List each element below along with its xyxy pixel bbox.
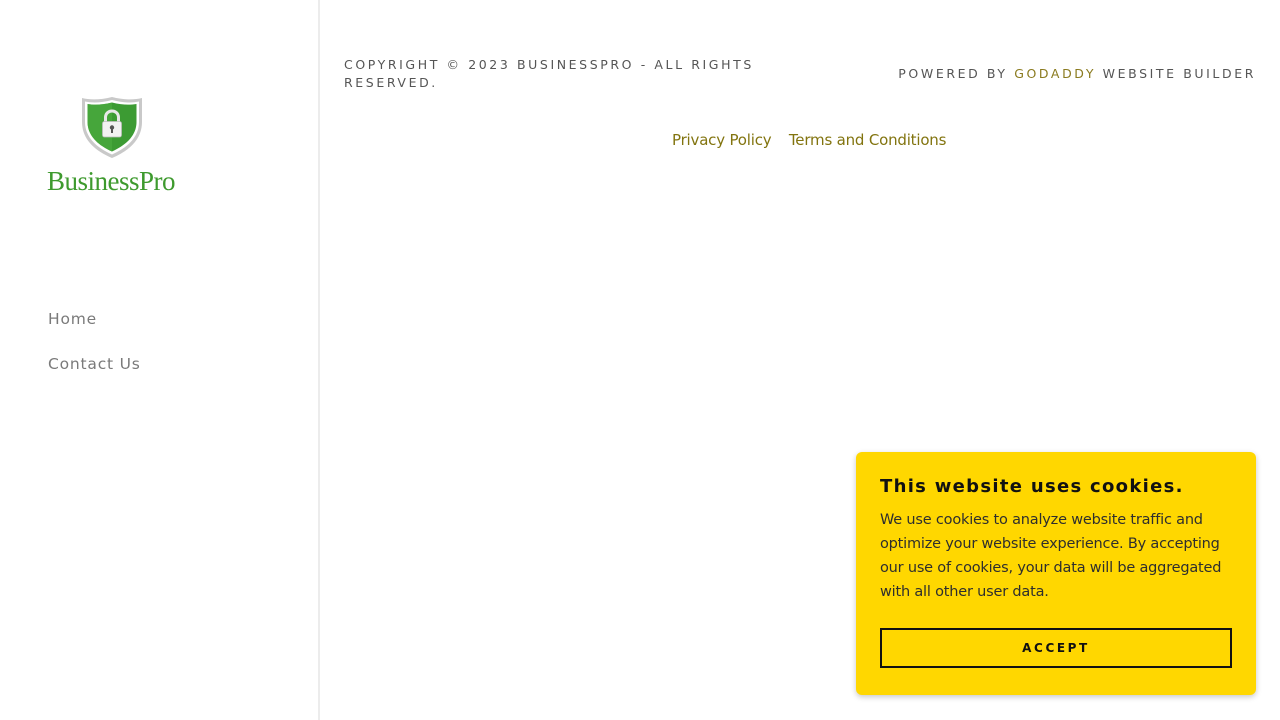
terms-and-conditions-link[interactable]: Terms and Conditions	[789, 131, 947, 149]
shield-lock-icon	[82, 97, 142, 158]
brand-name: BusinessPro	[47, 166, 176, 196]
cookie-banner-title: This website uses cookies.	[880, 476, 1184, 497]
cookie-banner-body: We use cookies to analyze website traffi…	[880, 512, 1222, 600]
nav-item-home[interactable]: Home	[48, 306, 141, 351]
legal-links: Privacy Policy Terms and Conditions	[672, 131, 959, 150]
site-logo[interactable]: BusinessPro	[46, 94, 186, 200]
powered-by: POWERED BY GODADDY WEBSITE BUILDER	[898, 66, 1256, 81]
powered-by-prefix: POWERED BY	[898, 66, 1015, 81]
nav-item-contact-us[interactable]: Contact Us	[48, 351, 141, 396]
cookie-banner: This website uses cookies. We use cookie…	[856, 452, 1256, 695]
privacy-policy-link[interactable]: Privacy Policy	[672, 131, 772, 149]
sidebar-nav: Home Contact Us	[48, 306, 141, 396]
accept-button[interactable]: ACCEPT	[880, 628, 1232, 668]
godaddy-link[interactable]: GODADDY	[1014, 66, 1096, 81]
sidebar: BusinessPro Home Contact Us	[0, 0, 320, 720]
powered-by-suffix: WEBSITE BUILDER	[1096, 66, 1256, 81]
copyright-text: COPYRIGHT © 2023 BUSINESSPRO - ALL RIGHT…	[344, 57, 754, 90]
